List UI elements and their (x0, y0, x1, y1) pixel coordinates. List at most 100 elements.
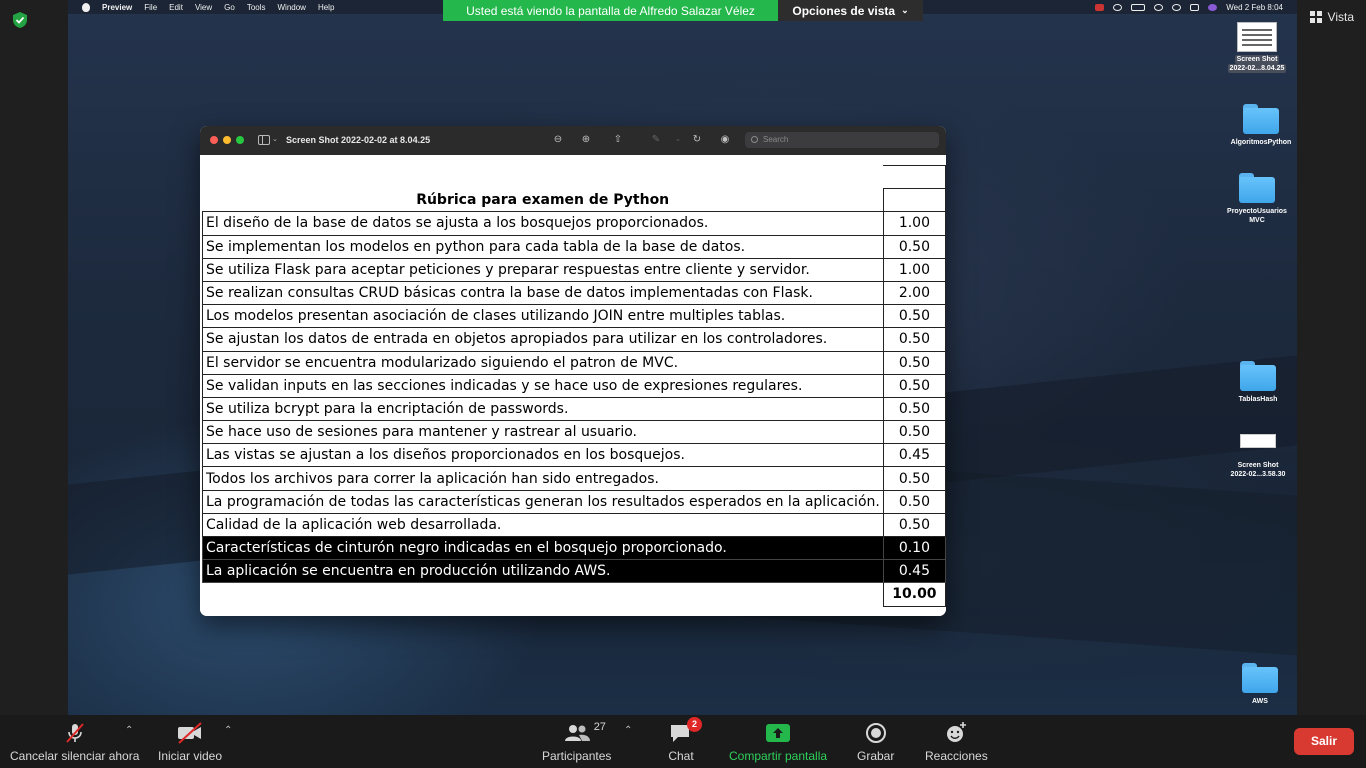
screen-share-banner: Usted está viendo la pantalla de Alfredo… (443, 0, 923, 21)
zoom-in-icon[interactable]: ⊕ (580, 134, 592, 146)
desktop-icon-label: Screen Shot (1237, 462, 1279, 469)
rubric-points: 1.00 (882, 211, 946, 236)
chat-label: Chat (668, 749, 694, 763)
rubric-row: El servidor se encuentra modularizado si… (202, 350, 946, 375)
zoom-window-button[interactable] (236, 136, 244, 144)
desktop-icon-sublabel: 2022-02...8.04.25 (1227, 64, 1287, 73)
share-screen-icon (765, 721, 791, 745)
rubric-points: 0.50 (882, 489, 946, 514)
leave-meeting-button[interactable]: Salir (1294, 728, 1354, 755)
rubric-criterion: Las vistas se ajustan a los diseños prop… (202, 443, 884, 468)
record-label: Grabar (857, 749, 895, 763)
desktop-icon-label: Screen Shot (1234, 55, 1280, 64)
start-video-button[interactable]: Iniciar video (158, 721, 222, 763)
rubric-table: Rúbrica para examen de Python El diseño … (202, 164, 946, 607)
desktop-icon-proyectousuarios[interactable]: ProyectoUsuarios MVC (1217, 173, 1297, 225)
chat-button[interactable]: 2 Chat (668, 717, 702, 763)
unmute-button[interactable]: Cancelar silenciar ahora (10, 721, 139, 763)
record-button[interactable]: Grabar (857, 721, 894, 763)
wifi-icon[interactable] (1154, 3, 1164, 11)
chat-bubble-icon: 2 (668, 717, 702, 745)
apple-menu-icon[interactable] (82, 2, 90, 12)
view-options-button[interactable]: Opciones de vista ⌄ (778, 0, 923, 21)
desktop-icon-label: ProyectoUsuarios (1227, 208, 1287, 215)
rubric-points: 0.45 (882, 443, 946, 468)
menubar-clock[interactable]: Wed 2 Feb 8:04 (1226, 3, 1283, 12)
rubric-row: Características de cinturón negro indica… (202, 535, 946, 561)
menu-help[interactable]: Help (318, 3, 334, 12)
rubric-row: Se hace uso de sesiones para mantener y … (202, 420, 946, 445)
share-icon[interactable]: ⇧ (612, 134, 624, 146)
menu-edit[interactable]: Edit (169, 3, 183, 12)
desktop-icon-label: TablasHash (1238, 396, 1278, 403)
screenshot-thumbnail-icon (1237, 22, 1277, 52)
minimize-window-button[interactable] (223, 136, 231, 144)
markup-toolbar-icon[interactable]: ◉ (719, 134, 731, 146)
menu-go[interactable]: Go (224, 3, 235, 12)
flag-icon[interactable] (1095, 3, 1105, 11)
rubric-criterion: Los modelos presentan asociación de clas… (202, 304, 884, 329)
window-title: Screen Shot 2022-02-02 at 8.04.25 (286, 135, 431, 145)
rubric-row: El diseño de la base de datos se ajusta … (202, 211, 946, 236)
menu-view[interactable]: View (195, 3, 212, 12)
participants-button[interactable]: 27 Participantes (542, 721, 611, 763)
rubric-criterion: Se utiliza Flask para aceptar peticiones… (202, 257, 884, 282)
desktop-icon-aws[interactable]: AWS (1220, 663, 1297, 706)
menu-tools[interactable]: Tools (247, 3, 266, 12)
menu-app-name[interactable]: Preview (102, 3, 132, 12)
document-view[interactable]: Rúbrica para examen de Python El diseño … (200, 155, 946, 616)
rubric-criterion: La programación de todas las característ… (202, 489, 884, 514)
rubric-criterion: El servidor se encuentra modularizado si… (202, 350, 884, 375)
chevron-down-icon[interactable]: ⌄ (272, 135, 278, 143)
bluetooth-icon[interactable] (1113, 3, 1123, 11)
rubric-points: 0.50 (882, 420, 946, 445)
rubric-row: Se utiliza bcrypt para la encriptación d… (202, 396, 946, 422)
rubric-points: 0.50 (882, 396, 946, 422)
rubric-points: 0.10 (882, 535, 946, 561)
search-input[interactable]: Search (745, 132, 939, 148)
desktop-icon-algoritmospython[interactable]: AlgoritmosPython (1221, 104, 1297, 147)
desktop-icon-label: AWS (1252, 698, 1268, 705)
participants-label: Participantes (542, 749, 612, 763)
rubric-row: Se realizan consultas CRUD básicas contr… (202, 280, 946, 306)
rubric-criterion: Se validan inputs en las secciones indic… (202, 373, 884, 398)
siri-icon[interactable] (1208, 3, 1218, 11)
video-options-caret-icon[interactable]: ⌃ (224, 725, 232, 736)
share-screen-button[interactable]: Compartir pantalla (729, 721, 827, 763)
desktop-icon-tablashash[interactable]: TablasHash (1218, 361, 1297, 404)
view-mode-button[interactable]: Vista (1309, 10, 1354, 24)
control-center-icon[interactable] (1190, 3, 1200, 11)
rubric-criterion: Se utiliza bcrypt para la encriptación d… (202, 396, 884, 422)
preview-window[interactable]: ⌄ Screen Shot 2022-02-02 at 8.04.25 ⊖ ⊕ … (200, 126, 946, 616)
rubric-criterion: Se ajustan los datos de entrada en objet… (202, 327, 884, 352)
desktop-icon-screenshot-1[interactable]: Screen Shot 2022-02...8.04.25 (1217, 22, 1297, 73)
rubric-row: Se utiliza Flask para aceptar peticiones… (202, 257, 946, 282)
menu-window[interactable]: Window (278, 3, 306, 12)
rubric-points: 0.50 (882, 373, 946, 398)
desktop-icon-screenshot-2[interactable]: Screen Shot 2022-02...3.58.30 (1218, 428, 1297, 479)
unmute-label: Cancelar silenciar ahora (10, 749, 140, 763)
participants-options-caret-icon[interactable]: ⌃ (624, 725, 632, 736)
muted-microphone-icon (63, 721, 87, 745)
sidebar-toggle-icon[interactable] (258, 135, 270, 145)
markup-pen-icon[interactable]: ✎ (650, 134, 662, 146)
chevron-down-icon[interactable]: ⌄ (672, 134, 684, 146)
spotlight-icon[interactable] (1172, 3, 1182, 11)
preview-titlebar[interactable]: ⌄ Screen Shot 2022-02-02 at 8.04.25 ⊖ ⊕ … (200, 126, 946, 155)
folder-icon (1243, 104, 1279, 134)
rubric-criterion: Se implementan los modelos en python par… (202, 234, 884, 259)
rotate-icon[interactable]: ↻ (691, 134, 703, 146)
reactions-button[interactable]: Reacciones (925, 721, 988, 763)
rubric-total: 10.00 (882, 582, 946, 607)
zoom-out-icon[interactable]: ⊖ (552, 134, 564, 146)
smiley-plus-icon (944, 721, 968, 745)
audio-options-caret-icon[interactable]: ⌃ (125, 725, 133, 736)
battery-icon[interactable] (1131, 3, 1146, 11)
encryption-shield-icon[interactable] (11, 11, 29, 29)
participants-count: 27 (593, 721, 606, 733)
menu-file[interactable]: File (144, 3, 157, 12)
rubric-points: 0.50 (882, 512, 946, 538)
rubric-points: 0.50 (882, 304, 946, 329)
screenshot-thumbnail-icon (1240, 434, 1276, 448)
close-window-button[interactable] (210, 136, 218, 144)
